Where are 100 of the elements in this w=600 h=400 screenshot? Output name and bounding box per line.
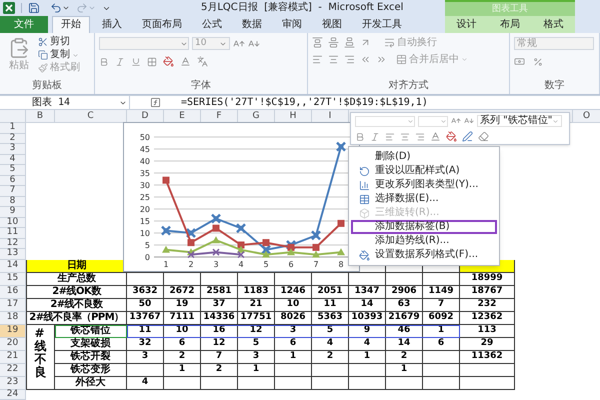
table-cell: 铁芯变形 [55,364,127,376]
axis-label: 7 [313,260,319,269]
table-cell: 1 [275,350,312,364]
row-header: 3 [0,144,26,154]
table-cell: 2 [386,350,423,364]
menu-item: 三维旋转(R)... [351,206,497,220]
table-cell: 3 [127,350,164,364]
table-cell: 6 [164,338,201,350]
table-cell: 11362 [460,350,515,364]
row-header: 12 [0,238,26,249]
table-cell: 13767 [127,312,164,324]
table-cell: 5 [238,338,275,350]
table-cell: 1149 [423,286,460,298]
row-header: 9 [0,207,26,218]
table-cell: 2 [164,350,201,364]
axis-label: 3 [213,260,219,269]
table-cell: 18767 [460,286,515,298]
row-header: 13 [0,249,26,260]
table-cell: 21679 [386,312,423,324]
group-label: 剪贴板 [32,81,62,93]
row-header: 2 [0,134,26,144]
row-header: 22 [0,364,26,376]
table-cell: 日期 [26,260,127,272]
group-label: 字体 [191,81,211,93]
table-cell: 铁芯开裂 [55,350,127,364]
table-cell: 2 [201,364,238,376]
row-header: 7 [0,186,26,196]
axis-label: 10 [140,229,150,238]
table-cell: 1183 [238,286,275,298]
table-cell: 支架破损 [55,338,127,350]
table-cell: 12362 [460,312,515,324]
table-cell: 10 [275,298,312,312]
table-cell: 1 [349,350,386,364]
formula-text: =SERIES('27T'!$C$19,,'27T'!$D$19:$L$19,1) [181,98,428,108]
table-cell: 50 [127,298,164,312]
row-header: 4 [0,154,26,165]
table-cell: 2#线不良数 [26,298,127,312]
table-cell: 3632 [127,286,164,298]
row-header: 19 [0,324,26,338]
table-cell: 4 [312,338,349,350]
table-cell: 10393 [349,312,386,324]
row-header: 8 [0,196,26,207]
axis-label: 4 [238,260,244,269]
row-header: 18 [0,312,26,324]
table-cell: 18999 [460,272,515,286]
row-header: 14 [0,260,26,272]
table-cell: 6 [423,338,460,350]
row-header: 1 [0,123,26,134]
table-cell: 37 [201,298,238,312]
table-cell: 32 [127,338,164,350]
axis-label: 1 [163,260,169,269]
axis-label: 5 [144,241,150,250]
group-label: 对齐方式 [388,81,428,93]
axis-label: 50 [140,133,150,142]
axis-label: 45 [140,145,150,154]
table-cell: 14 [386,338,423,350]
table-cell: 7 [423,298,460,312]
table-cell: 2#线不良率（PPM） [26,312,127,324]
table-cell: 1 [238,364,275,376]
table-cell: 21 [238,298,275,312]
table-cell: 1347 [349,286,386,298]
row-header: 11 [0,228,26,238]
row-header: 24 [0,390,26,400]
table-cell: 2672 [164,286,201,298]
table-cell: 5363 [312,312,349,324]
axis-label: 8 [338,260,344,269]
table-cell: 2581 [201,286,238,298]
table-cell: 14 [349,298,386,312]
window-title: 5月LQC日报 [兼容模式] - Microsoft Excel [201,3,404,13]
table-cell: 1 [164,364,201,376]
table-cell: 8026 [275,312,312,324]
table-cell: 6 [275,338,312,350]
table-cell: 232 [460,298,515,312]
row-header: 6 [0,176,26,186]
group-label: 数字 [544,81,564,93]
table-cell: 17751 [238,312,275,324]
table-cell: 11 [312,298,349,312]
table-cell: 2#线OK数 [26,286,127,298]
axis-label: 2 [188,260,194,269]
axis-label: 6 [288,260,294,269]
axis-label: 0 [144,253,150,262]
row-header: 23 [0,376,26,390]
table-cell: 2051 [312,286,349,298]
table-cell: 6092 [423,312,460,324]
table-cell: 4 [127,376,164,390]
row-header: 21 [0,350,26,364]
table-cell: 19 [164,298,201,312]
axis-label: 15 [140,217,150,226]
table-cell: 1 [386,364,423,376]
table-cell: 12 [201,338,238,350]
row-header: 5 [0,165,26,176]
axis-label: 35 [140,169,150,178]
row-header: 10 [0,218,26,228]
table-cell: 2 [312,350,349,364]
table-cell: 2906 [386,286,423,298]
row-header: 20 [0,338,26,350]
table-cell: 113 [460,324,515,338]
axis-label: 20 [140,205,150,214]
table-cell: 14336 [201,312,238,324]
row-header: 17 [0,298,26,312]
